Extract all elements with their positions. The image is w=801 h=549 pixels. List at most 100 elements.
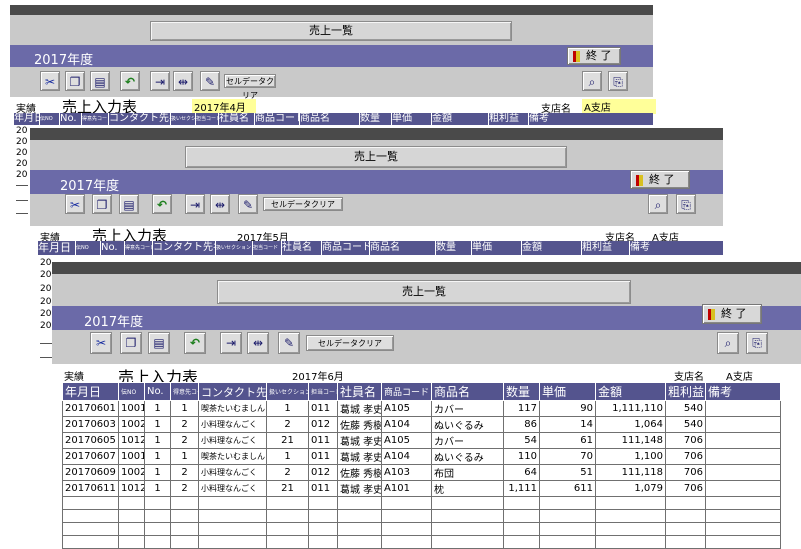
- table-cell[interactable]: [198, 535, 267, 549]
- table-cell[interactable]: [198, 496, 267, 510]
- table-cell[interactable]: 20170611: [62, 480, 119, 497]
- table-cell[interactable]: 011: [308, 480, 338, 497]
- table-cell[interactable]: [705, 432, 781, 449]
- table-cell[interactable]: [705, 400, 781, 417]
- table-cell[interactable]: [705, 496, 781, 510]
- end-button[interactable]: 終 了: [567, 47, 621, 65]
- table-cell[interactable]: [144, 496, 171, 510]
- table-cell[interactable]: 葛城 孝史: [337, 400, 382, 417]
- table-cell[interactable]: [337, 535, 382, 549]
- preview-icon[interactable]: ⌕: [717, 332, 739, 354]
- insert-icon[interactable]: ⇥: [150, 71, 170, 91]
- table-cell[interactable]: 90: [539, 400, 596, 417]
- insert-icon[interactable]: ⇥: [220, 332, 242, 354]
- table-cell[interactable]: A103: [381, 464, 432, 481]
- table-cell[interactable]: [503, 535, 540, 549]
- table-cell[interactable]: 706: [665, 432, 706, 449]
- table-cell[interactable]: 1: [266, 448, 309, 465]
- table-cell[interactable]: [595, 535, 666, 549]
- table-cell[interactable]: [266, 535, 309, 549]
- table-cell[interactable]: [503, 522, 540, 536]
- undo-icon[interactable]: ↶: [184, 332, 206, 354]
- sales-list-title-button[interactable]: 売上一覧: [185, 146, 567, 168]
- table-cell[interactable]: 1: [144, 400, 171, 417]
- table-cell[interactable]: [539, 509, 596, 523]
- table-cell[interactable]: [118, 496, 145, 510]
- scissors-icon[interactable]: ✂: [40, 71, 60, 91]
- table-cell[interactable]: [170, 535, 199, 549]
- table-cell[interactable]: [539, 535, 596, 549]
- table-cell[interactable]: A104: [381, 416, 432, 433]
- table-cell[interactable]: [337, 522, 382, 536]
- undo-icon[interactable]: ↶: [120, 71, 140, 91]
- table-cell[interactable]: 2: [266, 416, 309, 433]
- table-cell[interactable]: 2: [266, 464, 309, 481]
- table-cell[interactable]: [431, 535, 504, 549]
- table-cell[interactable]: 64: [503, 464, 540, 481]
- table-cell[interactable]: [337, 509, 382, 523]
- table-cell[interactable]: 佐藤 秀樹: [337, 416, 382, 433]
- table-cell[interactable]: 佐藤 秀樹: [337, 464, 382, 481]
- table-cell[interactable]: 117: [503, 400, 540, 417]
- table-cell[interactable]: [62, 496, 119, 510]
- table-cell[interactable]: [705, 522, 781, 536]
- table-cell[interactable]: 2: [170, 432, 199, 449]
- preview-icon[interactable]: ⌕: [582, 71, 602, 91]
- table-cell[interactable]: [705, 509, 781, 523]
- table-cell[interactable]: 1,111,110: [595, 400, 666, 417]
- branch-field[interactable]: A支店: [724, 368, 778, 383]
- table-cell[interactable]: [705, 464, 781, 481]
- table-cell[interactable]: 喫茶たいむましん: [198, 448, 267, 465]
- table-cell[interactable]: [705, 535, 781, 549]
- table-cell[interactable]: 20170603: [62, 416, 119, 433]
- table-cell[interactable]: 706: [665, 448, 706, 465]
- table-cell[interactable]: 2: [170, 416, 199, 433]
- insert-icon[interactable]: ⇥: [185, 194, 205, 214]
- table-cell[interactable]: 20170605: [62, 432, 119, 449]
- table-cell[interactable]: 小料理なんごく: [198, 416, 267, 433]
- table-cell[interactable]: [665, 496, 706, 510]
- table-cell[interactable]: [431, 496, 504, 510]
- table-cell[interactable]: [381, 496, 432, 510]
- table-cell[interactable]: [144, 522, 171, 536]
- cell-data-clear-button[interactable]: セルデータクリア: [306, 335, 394, 351]
- table-cell[interactable]: 111,118: [595, 464, 666, 481]
- cut-row-icon[interactable]: ⇹: [247, 332, 269, 354]
- table-cell[interactable]: 葛城 孝史: [337, 448, 382, 465]
- table-cell[interactable]: [144, 509, 171, 523]
- table-cell[interactable]: 20170601: [62, 400, 119, 417]
- table-cell[interactable]: [539, 522, 596, 536]
- table-cell[interactable]: [308, 522, 338, 536]
- table-cell[interactable]: [308, 496, 338, 510]
- table-cell[interactable]: 枕: [431, 480, 504, 497]
- table-cell[interactable]: 110: [503, 448, 540, 465]
- table-cell[interactable]: [266, 496, 309, 510]
- table-cell[interactable]: 011: [308, 432, 338, 449]
- table-cell[interactable]: [170, 496, 199, 510]
- table-cell[interactable]: A101: [381, 480, 432, 497]
- paste-icon[interactable]: ▤: [148, 332, 170, 354]
- table-cell[interactable]: 21: [266, 480, 309, 497]
- copy-icon[interactable]: ❐: [120, 332, 142, 354]
- table-cell[interactable]: 1001: [118, 448, 145, 465]
- table-cell[interactable]: [705, 480, 781, 497]
- table-cell[interactable]: 2: [170, 480, 199, 497]
- table-cell[interactable]: 1: [266, 400, 309, 417]
- paste-icon[interactable]: ▤: [119, 194, 139, 214]
- table-cell[interactable]: [198, 522, 267, 536]
- table-cell[interactable]: [118, 522, 145, 536]
- table-cell[interactable]: 706: [665, 480, 706, 497]
- table-cell[interactable]: 111,148: [595, 432, 666, 449]
- table-cell[interactable]: [62, 509, 119, 523]
- table-cell[interactable]: 1,111: [503, 480, 540, 497]
- table-cell[interactable]: [381, 535, 432, 549]
- table-cell[interactable]: [198, 509, 267, 523]
- table-cell[interactable]: 1,064: [595, 416, 666, 433]
- table-cell[interactable]: [266, 522, 309, 536]
- table-cell[interactable]: 20170607: [62, 448, 119, 465]
- table-cell[interactable]: [381, 522, 432, 536]
- table-cell[interactable]: 1001: [118, 400, 145, 417]
- table-cell[interactable]: 540: [665, 400, 706, 417]
- table-cell[interactable]: [595, 509, 666, 523]
- table-cell[interactable]: ぬいぐるみ: [431, 416, 504, 433]
